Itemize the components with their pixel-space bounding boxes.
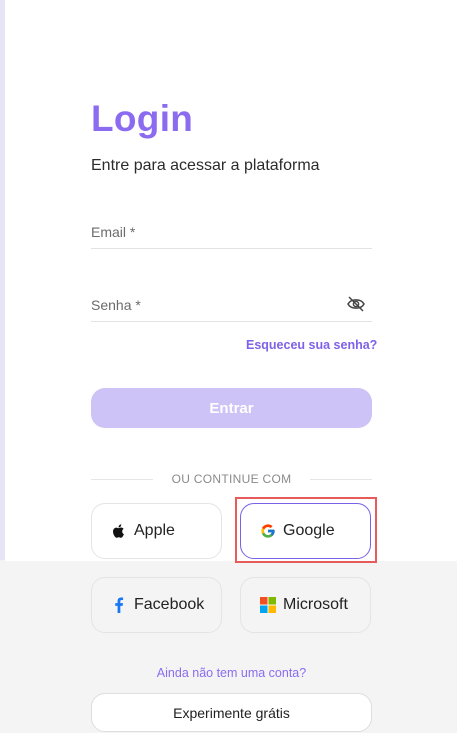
facebook-login-button[interactable]: Facebook bbox=[91, 577, 222, 633]
apple-icon bbox=[111, 523, 127, 539]
selection-highlight bbox=[235, 497, 377, 563]
facebook-icon bbox=[111, 597, 127, 613]
microsoft-label: Microsoft bbox=[283, 596, 348, 613]
divider-line-right bbox=[310, 479, 372, 480]
signup-prompt-link[interactable]: Ainda não tem uma conta? bbox=[0, 666, 457, 680]
email-field[interactable]: Email * bbox=[91, 222, 376, 250]
apple-login-button[interactable]: Apple bbox=[91, 503, 222, 559]
forgot-password-link[interactable]: Esqueceu sua senha? bbox=[246, 338, 377, 352]
page-subtitle: Entre para acessar a plataforma bbox=[91, 157, 320, 174]
login-button[interactable]: Entrar bbox=[91, 388, 372, 428]
facebook-label: Facebook bbox=[134, 596, 205, 613]
password-input[interactable] bbox=[91, 295, 376, 323]
microsoft-login-button[interactable]: Microsoft bbox=[240, 577, 371, 633]
page-title: Login bbox=[91, 98, 194, 139]
eye-off-icon[interactable] bbox=[346, 295, 366, 313]
email-input[interactable] bbox=[91, 222, 376, 250]
microsoft-icon bbox=[260, 597, 276, 613]
password-field[interactable]: Senha * bbox=[91, 295, 376, 323]
apple-label: Apple bbox=[134, 522, 175, 539]
social-divider: OU CONTINUE COM bbox=[91, 472, 372, 486]
free-trial-button[interactable]: Experimente grátis bbox=[91, 693, 372, 732]
